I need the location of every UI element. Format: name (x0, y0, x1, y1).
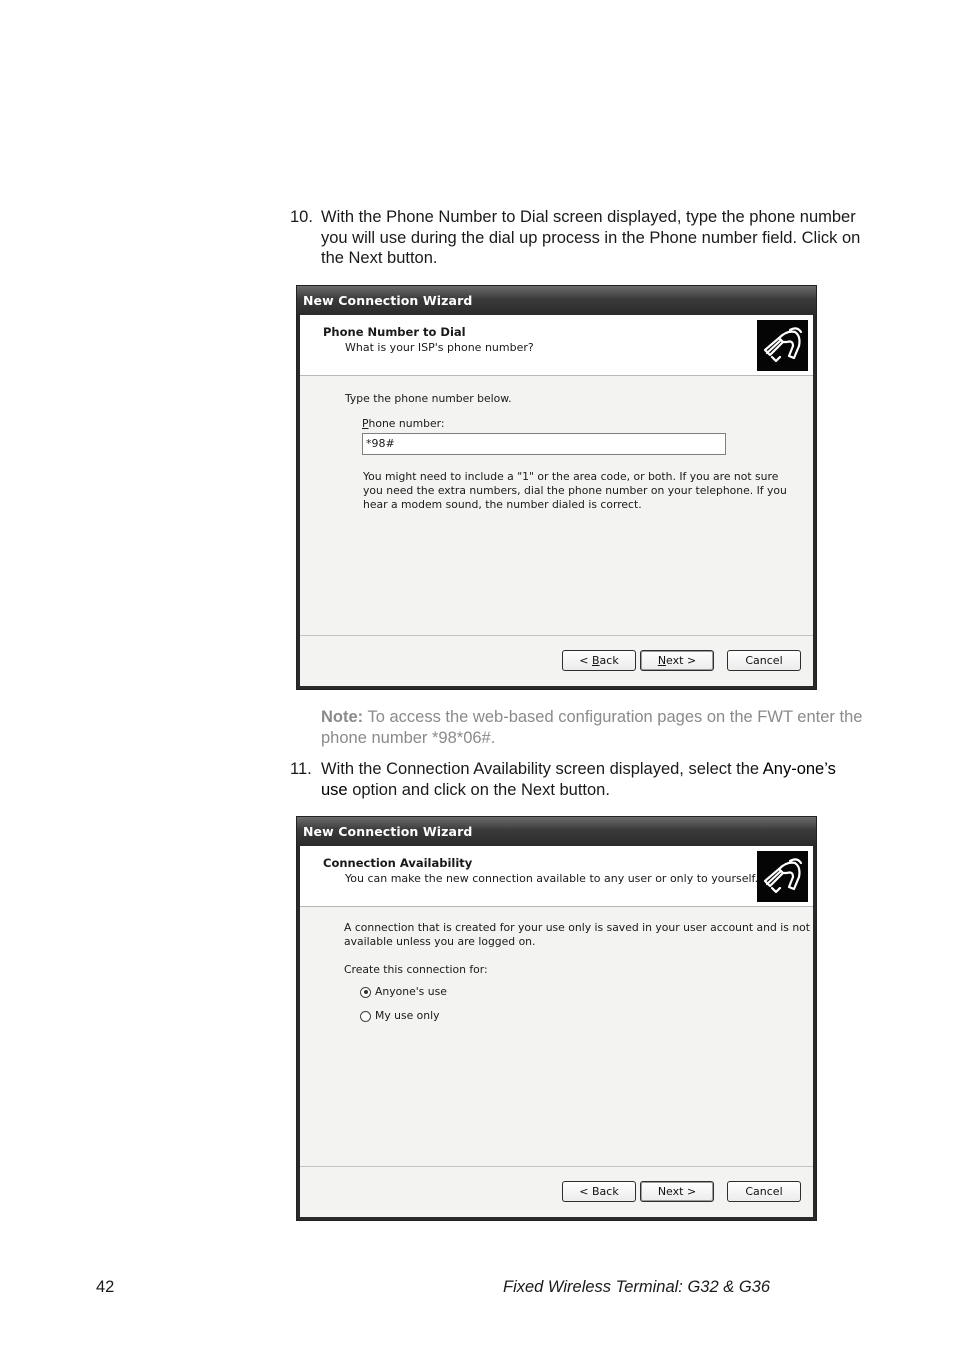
help-line: hear a modem sound, the number dialed is… (363, 498, 642, 511)
step-text-part: option and click on the Next button. (347, 780, 610, 799)
description-text: A connection that is created for your us… (344, 921, 810, 949)
back-button[interactable]: < Back (562, 1181, 636, 1202)
accelerator-key: N (657, 654, 667, 667)
back-button[interactable]: < Back (562, 650, 636, 671)
button-label: ext > (666, 654, 697, 667)
button-label: < (579, 654, 592, 667)
description-line: available unless you are logged on. (344, 935, 536, 948)
wizard-header-title: Phone Number to Dial (323, 325, 466, 339)
step-text-part: With the Connection Availability screen … (321, 760, 763, 778)
wizard-header-subtitle: You can make the new connection availabl… (345, 872, 759, 885)
page-number: 42 (96, 1278, 115, 1296)
wizard-header: Phone Number to Dial What is your ISP's … (300, 315, 813, 376)
label-text: hone number: (368, 417, 445, 430)
dialog-body: Phone Number to Dial What is your ISP's … (300, 315, 813, 686)
cancel-button[interactable]: Cancel (727, 650, 801, 671)
help-text: You might need to include a "1" or the a… (363, 470, 787, 512)
radio-label: My use only (375, 1009, 440, 1022)
wizard-footer: < Back Next > Cancel (300, 1166, 813, 1217)
document-title: Fixed Wireless Terminal: G32 & G36 (503, 1278, 771, 1296)
step-10: 10. With the Phone Number to Dial screen… (290, 207, 865, 269)
radio-anyones-use[interactable]: Anyone's use (360, 985, 447, 999)
note-text: To access the web-based configuration pa… (321, 708, 863, 747)
create-for-label: Create this connection for: (344, 963, 488, 976)
phone-handset-icon (757, 320, 808, 371)
note: Note: To access the web-based configurat… (321, 707, 866, 748)
dialog-body: Connection Availability You can make the… (300, 846, 813, 1217)
wizard-header-subtitle: What is your ISP's phone number? (345, 341, 534, 354)
step-text: With the Phone Number to Dial screen dis… (321, 208, 861, 267)
description-line: A connection that is created for your us… (344, 921, 811, 934)
wizard-footer: < Back Next > Cancel (300, 635, 813, 686)
instruction-text: Type the phone number below. (345, 392, 512, 405)
wizard-dialog-connection-availability: New Connection Wizard Connection Availab… (296, 816, 817, 1221)
help-line: You might need to include a "1" or the a… (363, 470, 779, 483)
phone-number-label: Phone number: (362, 417, 444, 431)
help-line: you need the extra numbers, dial the pho… (363, 484, 787, 497)
radio-button-selected[interactable] (360, 986, 371, 998)
next-button[interactable]: Next > (640, 650, 714, 671)
wizard-header-title: Connection Availability (323, 856, 473, 870)
step-number: 11. (290, 760, 312, 778)
radio-label: Anyone's use (375, 985, 447, 998)
radio-button[interactable] (360, 1010, 371, 1022)
dialog-title-bar: New Connection Wizard (297, 286, 816, 315)
wizard-content: A connection that is created for your us… (300, 907, 813, 1166)
phone-handset-icon (757, 851, 808, 902)
note-label: Note: (321, 708, 364, 726)
step-number: 10. (290, 208, 313, 226)
wizard-dialog-phone-number: New Connection Wizard Phone Number to Di… (296, 285, 817, 690)
radio-my-use-only[interactable]: My use only (360, 1009, 440, 1023)
next-button[interactable]: Next > (640, 1181, 714, 1202)
step-text: With the Connection Availability screen … (321, 759, 865, 800)
dialog-title-bar: New Connection Wizard (297, 817, 816, 846)
button-label: ack (599, 654, 619, 667)
step-11: 11. With the Connection Availability scr… (290, 759, 865, 800)
wizard-content: Type the phone number below. Phone numbe… (300, 376, 813, 635)
cancel-button[interactable]: Cancel (727, 1181, 801, 1202)
phone-number-input[interactable]: *98# (362, 433, 726, 455)
accelerator-key: B (592, 654, 600, 667)
wizard-header: Connection Availability You can make the… (300, 846, 813, 907)
